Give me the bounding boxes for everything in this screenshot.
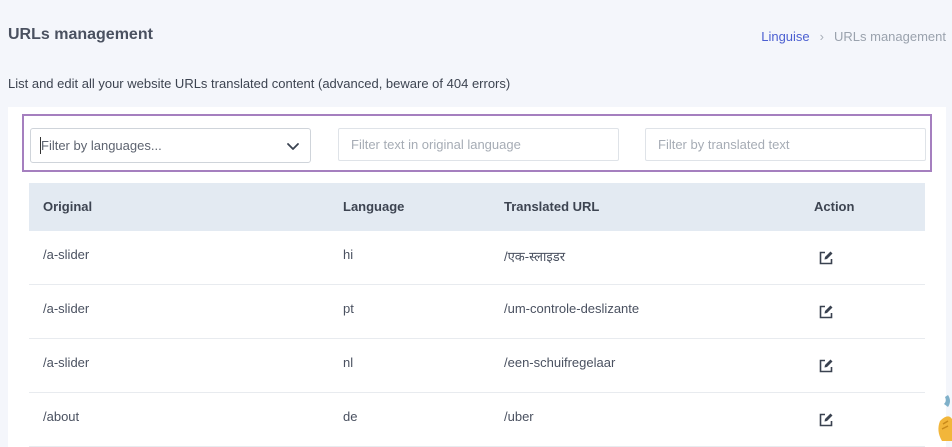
cell-language: nl: [343, 355, 354, 370]
original-text-filter-input[interactable]: [338, 128, 619, 161]
edit-icon[interactable]: [818, 304, 834, 320]
column-header-language: Language: [343, 199, 405, 214]
cell-translated-url: /एक-स्लाइडर: [504, 249, 566, 264]
column-header-translated-url: Translated URL: [504, 199, 600, 214]
help-mascot-icon[interactable]: [934, 391, 952, 441]
cell-language: de: [343, 409, 358, 424]
breadcrumb-current: URLs management: [834, 29, 946, 44]
table-row: /a-slider nl /een-schuifregelaar: [29, 339, 925, 393]
cell-translated-url: /uber: [504, 409, 534, 424]
edit-icon[interactable]: [818, 412, 834, 428]
column-header-action: Action: [814, 199, 855, 214]
language-filter-value: Filter by languages...: [41, 138, 162, 153]
language-filter-select[interactable]: Filter by languages...: [30, 128, 311, 163]
cell-translated-url: /um-controle-deslizante: [504, 301, 640, 316]
column-header-original: Original: [43, 199, 93, 214]
cell-language: hi: [343, 247, 354, 262]
chevron-down-icon[interactable]: [286, 139, 300, 153]
cell-original: /a-slider: [43, 247, 90, 262]
breadcrumb: Linguise › URLs management: [761, 29, 946, 44]
table-row: /about de /uber: [29, 393, 925, 447]
urls-card: Filter by languages... Original Language…: [8, 107, 946, 447]
urls-table: Original Language Translated URL Action …: [29, 183, 925, 447]
edit-icon[interactable]: [818, 250, 834, 266]
breadcrumb-link-linguise[interactable]: Linguise: [761, 29, 809, 44]
table-row: /a-slider hi /एक-स्लाइडर: [29, 231, 925, 285]
cell-translated-url: /een-schuifregelaar: [504, 355, 616, 370]
table-row: /a-slider pt /um-controle-deslizante: [29, 285, 925, 339]
translated-text-filter-input[interactable]: [645, 128, 926, 161]
cell-language: pt: [343, 301, 354, 316]
page-description: List and edit all your website URLs tran…: [8, 76, 511, 91]
cell-original: /about: [43, 409, 80, 424]
page-header: URLs management Linguise › URLs management: [8, 24, 952, 48]
cell-original: /a-slider: [43, 355, 90, 370]
breadcrumb-separator: ›: [819, 29, 824, 44]
page-title: URLs management: [8, 26, 153, 43]
filter-bar: Filter by languages...: [22, 114, 932, 172]
edit-icon[interactable]: [818, 358, 834, 374]
table-header: Original Language Translated URL Action: [29, 183, 925, 231]
cell-original: /a-slider: [43, 301, 90, 316]
